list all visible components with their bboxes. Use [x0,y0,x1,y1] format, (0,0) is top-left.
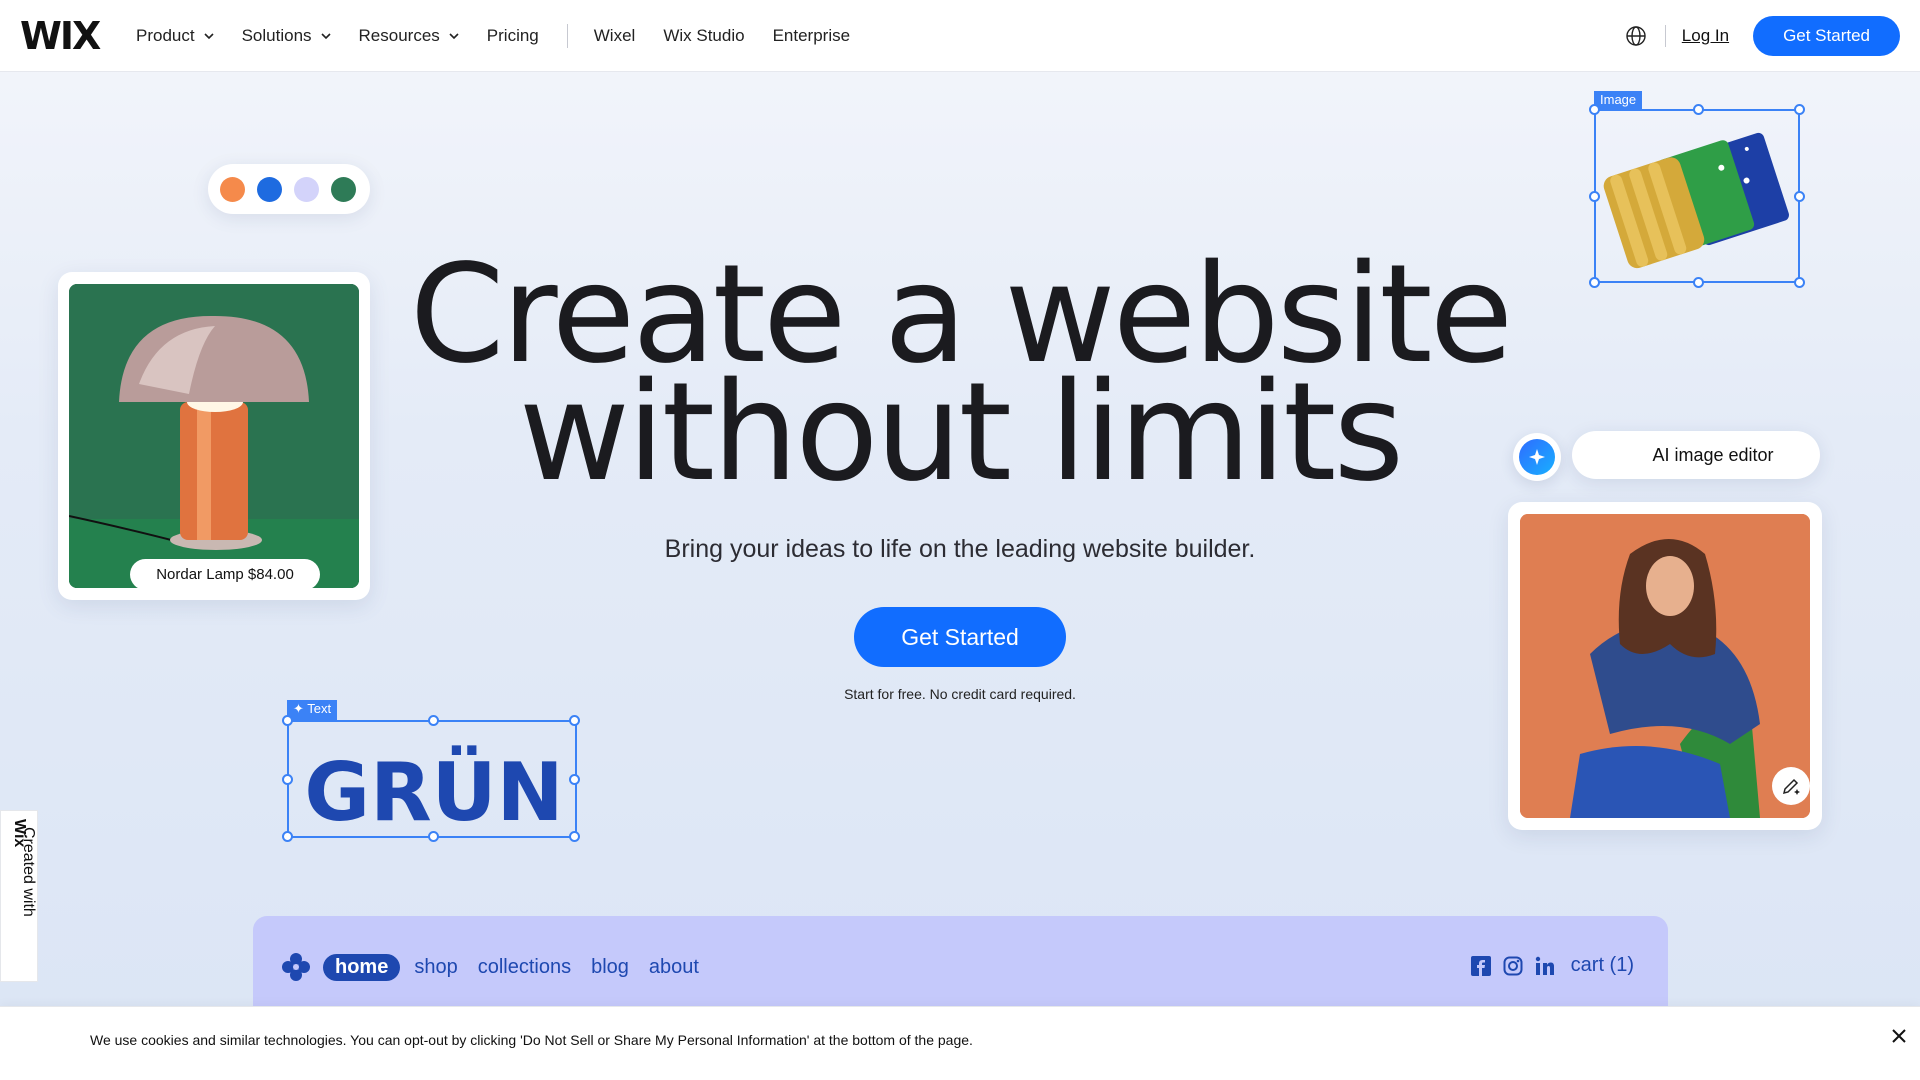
resize-handle[interactable] [1589,277,1600,288]
resize-handle[interactable] [1794,191,1805,202]
text-frame-tag-label: Text [307,701,332,716]
nav-actions: Log In Get Started [1625,0,1900,72]
grun-logo-text: GRÜN [304,745,563,839]
preview-nav-home[interactable]: home [323,953,401,981]
created-with-label: Created with [20,827,37,917]
nav-divider [566,24,568,48]
ai-image-editor-pill[interactable]: AI image editor [1572,431,1820,479]
chevron-down-icon [204,33,214,40]
preview-nav: home shop collections blog about [281,952,719,982]
login-link[interactable]: Log In [1682,26,1729,46]
resize-handle[interactable] [569,831,580,842]
sparkle-icon [1529,449,1545,465]
nav-pricing[interactable]: Pricing [487,26,539,46]
nav-product[interactable]: Product [136,26,214,46]
resize-handle[interactable] [428,831,439,842]
resize-handle[interactable] [1693,277,1704,288]
hero-get-started-button[interactable]: Get Started [854,607,1066,667]
nav-resources-label: Resources [358,26,440,45]
color-swatch-orange [220,176,245,202]
preview-cart[interactable]: cart (1) [1571,954,1634,977]
pencil-sparkle-icon [1782,778,1800,795]
resize-handle[interactable] [569,715,580,726]
preview-nav-blog[interactable]: blog [591,956,629,979]
nav-product-label: Product [136,26,195,45]
portrait-card [1508,502,1822,830]
nav-solutions-label: Solutions [241,26,312,45]
nav-resources[interactable]: Resources [359,26,459,46]
color-palette [208,164,370,214]
nav-wixel[interactable]: Wixel [594,26,636,46]
resize-handle[interactable] [1794,277,1805,288]
color-swatch-blue [257,176,282,202]
created-with-wix-badge[interactable]: Created with Wix [0,810,38,982]
nav-divider [1664,25,1666,47]
close-icon[interactable] [1888,1025,1910,1047]
grun-logo-text-content: GRÜN [304,745,563,839]
get-started-button[interactable]: Get Started [1753,16,1900,56]
nav-enterprise[interactable]: Enterprise [773,26,850,46]
resize-handle[interactable] [428,715,439,726]
resize-handle[interactable] [282,715,293,726]
instagram-icon[interactable] [1503,956,1523,976]
globe-icon[interactable] [1625,25,1647,47]
preview-actions: cart (1) [1470,954,1634,977]
cookie-text: We use cookies and similar technologies.… [90,1032,973,1048]
wix-logo[interactable]: WIX [20,14,101,58]
color-swatch-lavender [294,176,319,202]
color-swatch-green [331,176,356,202]
flower-icon [282,953,310,981]
resize-handle[interactable] [1794,104,1805,115]
linkedin-icon[interactable] [1535,956,1555,976]
ai-sparkle-badge[interactable] [1513,433,1561,481]
pin-icon: ✦ [293,701,304,716]
text-selection-frame[interactable]: ✦ Text GRÜN [282,700,580,842]
resize-handle[interactable] [282,774,293,785]
image-selection-frame[interactable]: Image [1589,91,1805,288]
resize-handle[interactable] [1589,104,1600,115]
edit-image-button[interactable] [1772,767,1810,805]
facebook-icon[interactable] [1470,955,1491,976]
preview-nav-shop[interactable]: shop [414,956,457,979]
preview-nav-about[interactable]: about [649,956,699,979]
resize-handle[interactable] [1693,104,1704,115]
created-with-wix-text: Created with Wix [10,819,37,917]
text-frame-tag: ✦ Text [287,700,338,720]
resize-handle[interactable] [282,831,293,842]
nav-wix-studio[interactable]: Wix Studio [663,26,744,46]
main-menu: Product Solutions Resources Pricing Wixe… [136,0,878,72]
product-packages-image [1603,132,1789,269]
image-frame-tag: Image [1594,91,1643,109]
chevron-down-icon [449,33,459,40]
resize-handle[interactable] [569,774,580,785]
resize-handle[interactable] [1589,191,1600,202]
cookie-banner: We use cookies and similar technologies.… [0,1006,1920,1080]
portrait-image [1520,514,1810,818]
chevron-down-icon [320,33,331,40]
top-navigation: WIX Product Solutions Resources Pricing … [0,0,1920,72]
preview-nav-collections[interactable]: collections [478,956,571,979]
nav-solutions[interactable]: Solutions [242,26,331,46]
